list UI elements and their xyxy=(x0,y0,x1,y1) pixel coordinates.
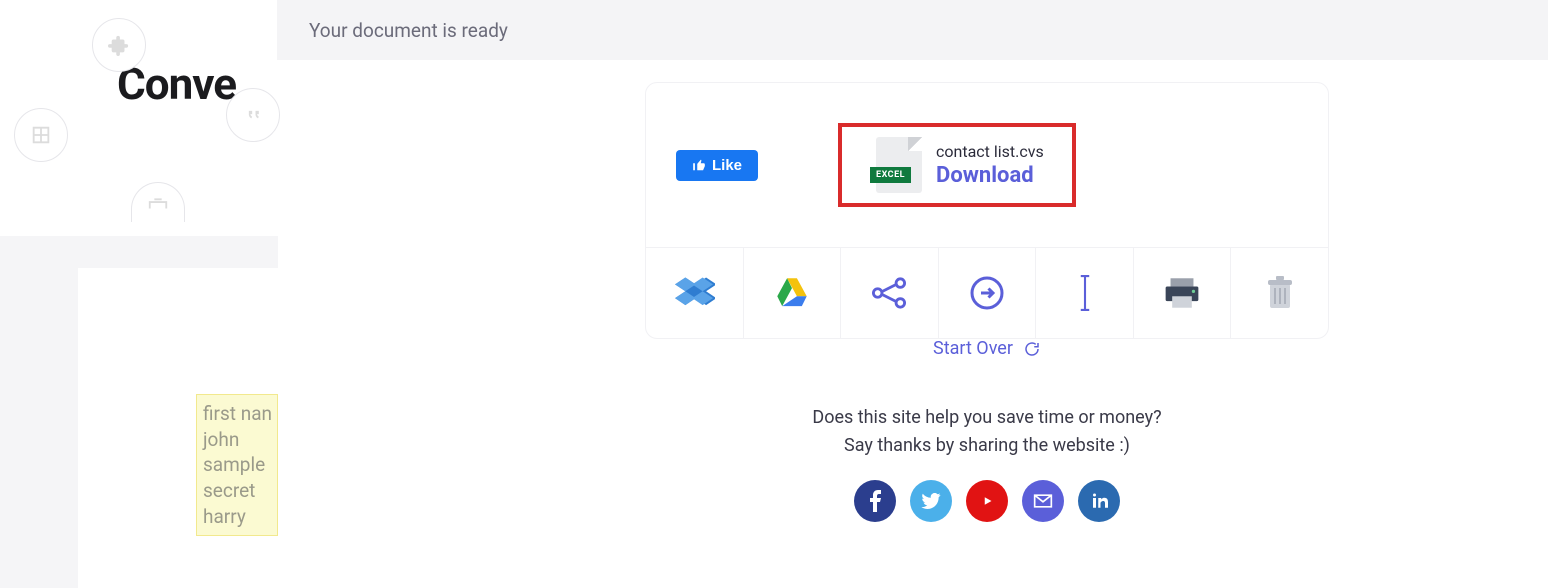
pitch-text: Does this site help you save time or mon… xyxy=(645,404,1329,460)
dropbox-icon xyxy=(673,274,715,312)
facebook-icon xyxy=(869,490,881,512)
preview-row: sample xyxy=(203,452,271,478)
preview-row: first nan xyxy=(203,401,271,427)
result-top: Like EXCEL contact list.cvs Download xyxy=(646,83,1328,247)
twitter-share[interactable] xyxy=(910,480,952,522)
youtube-share[interactable] xyxy=(966,480,1008,522)
excel-file-icon: EXCEL xyxy=(876,137,922,193)
rename-button[interactable] xyxy=(1035,248,1133,338)
download-box[interactable]: EXCEL contact list.cvs Download xyxy=(838,123,1076,207)
like-button[interactable]: Like xyxy=(676,150,758,181)
preview-row: secret xyxy=(203,478,271,504)
puzzle-icon xyxy=(92,18,146,72)
printer-icon xyxy=(1162,275,1202,311)
twitter-icon xyxy=(921,493,941,509)
preview-row: john xyxy=(203,427,271,453)
start-over-button[interactable]: Start Over xyxy=(933,338,1041,359)
export-icon xyxy=(969,275,1005,311)
data-preview: first nan john sample secret harry xyxy=(196,394,278,536)
linkedin-share[interactable] xyxy=(1078,480,1120,522)
like-label: Like xyxy=(712,157,742,174)
pitch-line-2: Say thanks by sharing the website :) xyxy=(645,432,1329,460)
thumbs-up-icon xyxy=(692,158,706,172)
print-button[interactable] xyxy=(1133,248,1231,338)
dropbox-button[interactable] xyxy=(646,248,743,338)
share-button[interactable] xyxy=(840,248,938,338)
email-icon xyxy=(1033,493,1053,509)
action-row xyxy=(646,247,1328,338)
start-over-row: Start Over xyxy=(645,338,1329,359)
google-drive-icon xyxy=(772,275,812,311)
export-button[interactable] xyxy=(938,248,1036,338)
delete-button[interactable] xyxy=(1230,248,1328,338)
result-card: Like EXCEL contact list.cvs Download xyxy=(645,82,1329,339)
filename: contact list.cvs xyxy=(936,142,1044,161)
download-text: contact list.cvs Download xyxy=(936,142,1044,188)
share-icon xyxy=(872,276,906,310)
start-over-label: Start Over xyxy=(933,338,1013,359)
rename-icon xyxy=(1075,274,1095,312)
download-label[interactable]: Download xyxy=(936,163,1044,188)
linkedin-icon xyxy=(1090,492,1108,510)
social-row xyxy=(645,480,1329,522)
refresh-icon xyxy=(1023,340,1041,358)
facebook-share[interactable] xyxy=(854,480,896,522)
youtube-icon xyxy=(978,492,996,510)
email-share[interactable] xyxy=(1022,480,1064,522)
status-message: Your document is ready xyxy=(309,19,508,42)
pitch-line-1: Does this site help you save time or mon… xyxy=(645,404,1329,432)
archive-icon xyxy=(131,182,185,222)
quote-icon xyxy=(226,88,280,142)
grid-icon xyxy=(14,108,68,162)
google-drive-button[interactable] xyxy=(743,248,841,338)
status-banner: Your document is ready xyxy=(277,0,1548,60)
preview-row: harry xyxy=(203,504,271,530)
file-badge: EXCEL xyxy=(870,167,911,183)
trash-icon xyxy=(1263,274,1297,312)
